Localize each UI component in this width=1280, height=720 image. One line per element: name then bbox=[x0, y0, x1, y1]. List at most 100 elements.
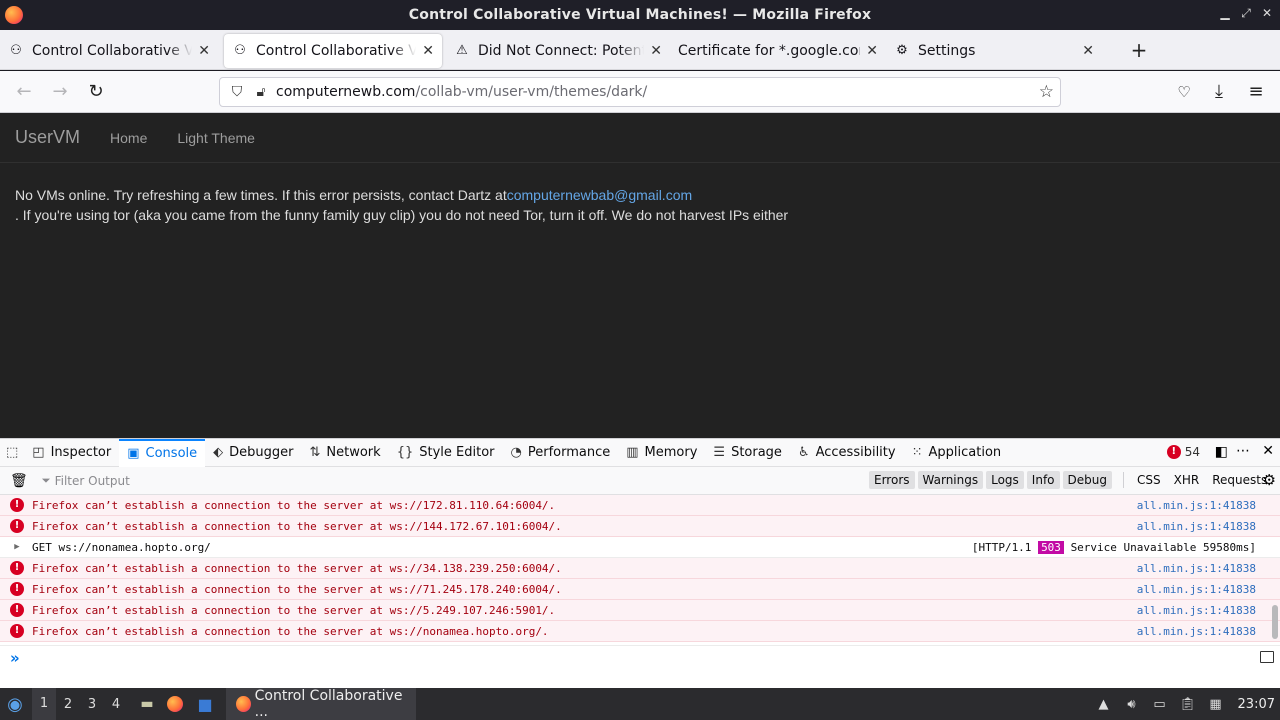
workspace-3[interactable]: 3 bbox=[80, 697, 104, 712]
clipboard-icon[interactable]: 📋︎ bbox=[1176, 697, 1200, 712]
file-manager-icon[interactable]: ▬ bbox=[136, 694, 158, 714]
devtools-tab-accessibility[interactable]: ♿︎ Accessibility bbox=[790, 439, 904, 467]
source-link[interactable]: all.min.js:1:41838 bbox=[1137, 520, 1256, 533]
devtools-tab-inspector[interactable]: ◰ Inspector bbox=[24, 439, 119, 467]
notification-icon[interactable]: ▲ bbox=[1092, 697, 1116, 712]
console-error-row[interactable]: ! Firefox can’t establish a connection t… bbox=[0, 621, 1280, 642]
back-button[interactable]: ← bbox=[13, 81, 35, 103]
task-label: Control Collaborative ... bbox=[254, 688, 403, 720]
tab-label: Accessibility bbox=[815, 445, 896, 460]
minimize-icon[interactable]: ▁ bbox=[1217, 6, 1233, 20]
filter-warnings-button[interactable]: Warnings bbox=[917, 471, 984, 489]
workspace-4[interactable]: 4 bbox=[104, 697, 128, 712]
desktop-icon[interactable]: ■ bbox=[194, 694, 216, 714]
firefox-launcher-icon[interactable] bbox=[164, 694, 186, 714]
devtools-tab-application[interactable]: ⁙ Application bbox=[904, 439, 1010, 467]
console-message: Firefox can’t establish a connection to … bbox=[32, 519, 562, 533]
site-brand[interactable]: UserVM bbox=[15, 127, 80, 148]
nav-home-link[interactable]: Home bbox=[110, 130, 147, 146]
devtools-tab-console[interactable]: ▣ Console bbox=[119, 438, 206, 467]
clock[interactable]: 23:07 bbox=[1238, 697, 1275, 712]
picker-icon: ⬚ bbox=[6, 445, 19, 460]
error-icon: ! bbox=[10, 561, 24, 575]
devtools-tab-style-editor[interactable]: {} Style Editor bbox=[389, 439, 503, 467]
restore-icon[interactable]: ⤢ bbox=[1238, 6, 1254, 21]
element-picker-button[interactable]: ⬚ bbox=[0, 439, 24, 467]
close-tab-icon[interactable]: ✕ bbox=[422, 43, 434, 59]
menu-icon[interactable]: ≡ bbox=[1245, 81, 1267, 103]
filter-xhr-button[interactable]: XHR bbox=[1169, 471, 1205, 489]
close-tab-icon[interactable]: ✕ bbox=[198, 43, 210, 59]
console-error-row[interactable]: ! Firefox can’t establish a connection t… bbox=[0, 600, 1280, 621]
console-message: Firefox can’t establish a connection to … bbox=[32, 582, 562, 596]
filter-css-button[interactable]: CSS bbox=[1132, 471, 1166, 489]
source-link[interactable]: all.min.js:1:41838 bbox=[1137, 625, 1256, 638]
message-prefix: No VMs online. Try refreshing a few time… bbox=[15, 187, 507, 203]
console-scrollbar[interactable] bbox=[1272, 605, 1278, 639]
console-error-row[interactable]: ! Firefox can’t establish a connection t… bbox=[0, 495, 1280, 516]
filter-info-button[interactable]: Info bbox=[1026, 471, 1060, 489]
url-text[interactable]: computernewb.com/collab-vm/user-vm/theme… bbox=[276, 84, 647, 100]
network-tray-icon[interactable]: ▦ bbox=[1204, 697, 1228, 712]
close-devtools-icon[interactable]: ✕ bbox=[1262, 443, 1274, 459]
console-message: Firefox can’t establish a connection to … bbox=[32, 561, 562, 575]
console-error-row[interactable]: ! Firefox can’t establish a connection t… bbox=[0, 516, 1280, 537]
console-network-row[interactable]: ▶ GET ws://nonamea.hopto.org/ [HTTP/1.1 … bbox=[0, 537, 1280, 558]
tab-certificate[interactable]: Certificate for *.google.com ✕ bbox=[670, 34, 886, 68]
network-icon: ⇅ bbox=[309, 445, 321, 460]
bookmark-star-icon[interactable]: ☆ bbox=[1039, 82, 1054, 102]
console-input[interactable]: » bbox=[0, 645, 1280, 688]
system-tray: ▲ 🔊︎ ▭ 📋︎ ▦ 23:07 bbox=[1088, 688, 1280, 720]
tab-did-not-connect[interactable]: ⚠ Did Not Connect: Potential Security Is… bbox=[446, 34, 670, 68]
devtools-tab-storage[interactable]: ☰ Storage bbox=[705, 439, 790, 467]
tab-collab-vm-1[interactable]: ⚇ Control Collaborative Virtual Machines… bbox=[0, 34, 218, 68]
forward-button[interactable]: → bbox=[49, 81, 71, 103]
downloads-icon[interactable]: ⤓ bbox=[1208, 81, 1230, 103]
new-tab-button[interactable]: + bbox=[1124, 38, 1154, 62]
more-options-icon[interactable]: ⋯ bbox=[1236, 443, 1250, 459]
lock-icon[interactable]: 🔓︎ bbox=[252, 84, 270, 100]
devtools-tab-memory[interactable]: ▥ Memory bbox=[618, 439, 705, 467]
source-link[interactable]: all.min.js:1:41838 bbox=[1137, 562, 1256, 575]
expand-arrow-icon[interactable]: ▶ bbox=[10, 542, 24, 552]
console-error-row[interactable]: ! Firefox can’t establish a connection t… bbox=[0, 579, 1280, 600]
reload-button[interactable]: ↻ bbox=[85, 81, 107, 103]
tab-label: Console bbox=[145, 446, 198, 461]
close-tab-icon[interactable]: ✕ bbox=[866, 43, 878, 59]
source-link[interactable]: all.min.js:1:41838 bbox=[1137, 499, 1256, 512]
screen-icon[interactable]: ▭ bbox=[1148, 697, 1172, 712]
trash-icon[interactable]: 🗑︎ bbox=[10, 473, 28, 489]
contact-email-link[interactable]: computernewbab@gmail.com bbox=[507, 187, 692, 203]
filter-errors-button[interactable]: Errors bbox=[869, 471, 915, 489]
source-link[interactable]: all.min.js:1:41838 bbox=[1137, 604, 1256, 617]
filter-debug-button[interactable]: Debug bbox=[1062, 471, 1112, 489]
workspace-2[interactable]: 2 bbox=[56, 697, 80, 712]
volume-icon[interactable]: 🔊︎ bbox=[1120, 697, 1144, 712]
filter-logs-button[interactable]: Logs bbox=[986, 471, 1024, 489]
pocket-icon[interactable]: ♡ bbox=[1173, 81, 1195, 103]
error-count-badge[interactable]: ! 54 bbox=[1166, 445, 1200, 459]
devtools-tab-performance[interactable]: ◔ Performance bbox=[503, 439, 619, 467]
devtools-tab-network[interactable]: ⇅ Network bbox=[302, 439, 389, 467]
taskbar-firefox-window[interactable]: Control Collaborative ... bbox=[226, 688, 416, 720]
close-window-icon[interactable]: ✕ bbox=[1259, 6, 1275, 20]
shield-icon[interactable]: ⛉ bbox=[228, 84, 246, 100]
tab-collab-vm-2[interactable]: ⚇ Control Collaborative Virtual Machines… bbox=[224, 33, 442, 68]
url-bar[interactable]: ⛉ 🔓︎ computernewb.com/collab-vm/user-vm/… bbox=[219, 77, 1061, 107]
dock-side-icon[interactable]: ◧ bbox=[1215, 444, 1228, 460]
editor-mode-icon[interactable] bbox=[1260, 651, 1274, 663]
devtools-tab-debugger[interactable]: ⬖ Debugger bbox=[205, 439, 301, 467]
source-link[interactable]: all.min.js:1:41838 bbox=[1137, 583, 1256, 596]
tab-settings[interactable]: ⚙ Settings ✕ bbox=[886, 34, 1102, 68]
start-menu-icon[interactable]: ◉ bbox=[4, 694, 26, 715]
console-settings-icon[interactable]: ⚙ bbox=[1263, 471, 1276, 489]
close-tab-icon[interactable]: ✕ bbox=[1082, 43, 1094, 59]
close-tab-icon[interactable]: ✕ bbox=[650, 43, 662, 59]
filter-output-input[interactable]: Filter Output bbox=[55, 474, 130, 488]
workspace-1[interactable]: 1 bbox=[32, 688, 56, 720]
console-error-row[interactable]: ! Firefox can’t establish a connection t… bbox=[0, 558, 1280, 579]
status-code-badge: 503 bbox=[1038, 540, 1064, 554]
network-status-info: [HTTP/1.1 503 Service Unavailable 59580m… bbox=[972, 540, 1256, 554]
no-vms-message: No VMs online. Try refreshing a few time… bbox=[15, 185, 1265, 225]
nav-light-theme-link[interactable]: Light Theme bbox=[177, 130, 255, 146]
